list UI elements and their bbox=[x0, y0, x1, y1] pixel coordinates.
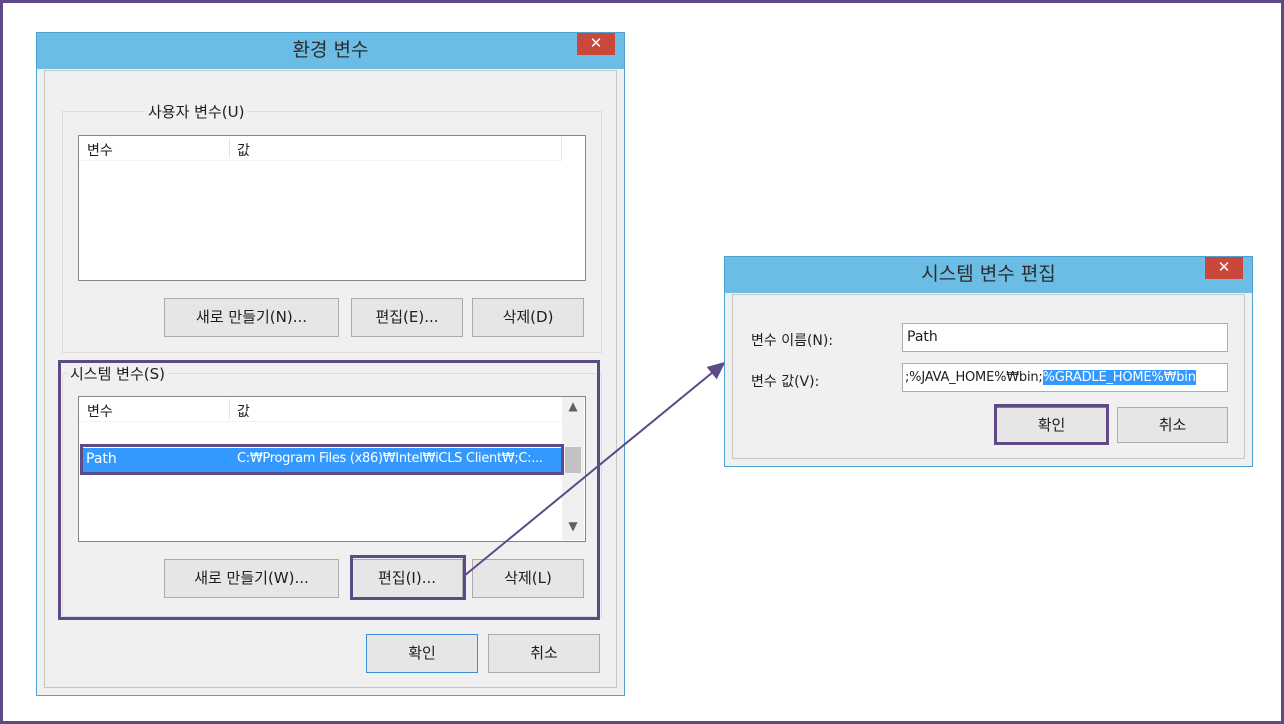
user-delete-button[interactable]: 삭제(D) bbox=[472, 298, 584, 337]
env-variables-dialog: 환경 변수 ✕ 사용자 변수(U) 변수 값 새로 만들기(N)... 편집(E… bbox=[36, 32, 625, 696]
user-edit-button[interactable]: 편집(E)... bbox=[351, 298, 463, 337]
user-vars-header bbox=[79, 136, 562, 161]
edit-ok-highlight bbox=[994, 404, 1109, 445]
variable-value-field[interactable]: ;%JAVA_HOME%₩bin;%GRADLE_HOME%₩bin bbox=[902, 363, 1228, 392]
edit-dialog-close-icon[interactable]: ✕ bbox=[1205, 257, 1243, 279]
user-col-value[interactable]: 값 bbox=[237, 140, 250, 160]
variable-name-field[interactable]: Path bbox=[902, 323, 1228, 352]
user-col-divider bbox=[229, 138, 230, 158]
variable-name-label: 변수 이름(N): bbox=[751, 333, 834, 349]
edit-variable-dialog: 시스템 변수 편집 ✕ 변수 이름(N): Path 변수 값(V): ;%JA… bbox=[724, 256, 1253, 467]
user-col-variable[interactable]: 변수 bbox=[87, 140, 113, 160]
value-text-unselected: ;%JAVA_HOME%₩bin; bbox=[905, 370, 1043, 385]
ok-button[interactable]: 확인 bbox=[366, 634, 478, 673]
edit-cancel-button[interactable]: 취소 bbox=[1117, 407, 1228, 443]
user-vars-list[interactable]: 변수 값 bbox=[78, 135, 586, 281]
value-text-selected: %GRADLE_HOME%₩bin bbox=[1042, 370, 1196, 385]
cancel-button[interactable]: 취소 bbox=[488, 634, 600, 673]
system-vars-highlight bbox=[58, 360, 600, 620]
user-vars-legend: 사용자 변수(U) bbox=[145, 101, 248, 122]
variable-value-label: 변수 값(V): bbox=[751, 374, 820, 390]
env-dialog-title: 환경 변수 bbox=[292, 39, 369, 61]
edit-dialog-title: 시스템 변수 편집 bbox=[921, 263, 1056, 285]
env-dialog-close-icon[interactable]: ✕ bbox=[577, 33, 615, 55]
variable-name-value: Path bbox=[907, 329, 938, 345]
user-new-button[interactable]: 새로 만들기(N)... bbox=[164, 298, 339, 337]
